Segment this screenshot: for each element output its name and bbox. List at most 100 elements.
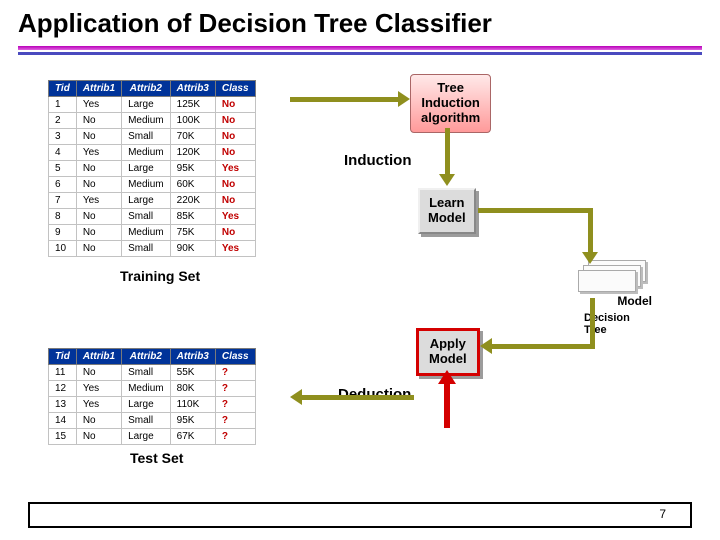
arrow-algorithm-to-learn — [440, 128, 456, 186]
th2-tid: Tid — [49, 349, 77, 365]
th-a2: Attrib2 — [122, 81, 171, 97]
table-row: 14NoSmall95K? — [49, 413, 256, 429]
cell-cls: ? — [215, 413, 255, 429]
cell-a1: No — [76, 429, 121, 445]
th-class: Class — [215, 81, 255, 97]
cell-a3: 120K — [170, 145, 215, 161]
table-row: 1YesLarge125KNo — [49, 97, 256, 113]
cell-cls: No — [215, 145, 255, 161]
cell-tid: 2 — [49, 113, 77, 129]
th-tid: Tid — [49, 81, 77, 97]
cell-a2: Medium — [122, 225, 171, 241]
cell-a3: 55K — [170, 365, 215, 381]
table-row: 3NoSmall70KNo — [49, 129, 256, 145]
cell-a3: 125K — [170, 97, 215, 113]
red-emphasis-arrow — [438, 370, 456, 428]
diagram-area: Tid Attrib1 Attrib2 Attrib3 Class 1YesLa… — [30, 70, 690, 500]
cell-cls: No — [215, 97, 255, 113]
cell-tid: 15 — [49, 429, 77, 445]
apply-l1: Apply — [429, 337, 467, 352]
page-number: 7 — [659, 507, 666, 521]
training-tbody: 1YesLarge125KNo2NoMedium100KNo3NoSmall70… — [49, 97, 256, 257]
cell-a1: No — [76, 129, 121, 145]
cell-tid: 7 — [49, 193, 77, 209]
cell-tid: 5 — [49, 161, 77, 177]
cell-cls: No — [215, 193, 255, 209]
induction-label: Induction — [344, 152, 412, 169]
table-row: 5NoLarge95KYes — [49, 161, 256, 177]
cell-tid: 6 — [49, 177, 77, 193]
cell-a2: Medium — [122, 113, 171, 129]
test-table: Tid Attrib1 Attrib2 Attrib3 Class 11NoSm… — [48, 348, 256, 445]
cell-cls: Yes — [215, 241, 255, 257]
cell-cls: No — [215, 113, 255, 129]
tree-induction-l1: Tree — [421, 81, 480, 96]
cell-a1: No — [76, 225, 121, 241]
cell-cls: No — [215, 129, 255, 145]
th-a1: Attrib1 — [76, 81, 121, 97]
cell-tid: 4 — [49, 145, 77, 161]
cell-a2: Large — [122, 161, 171, 177]
cell-a3: 220K — [170, 193, 215, 209]
cell-a1: No — [76, 177, 121, 193]
cell-cls: Yes — [215, 209, 255, 225]
arrow-learn-to-model — [478, 206, 618, 276]
cell-a3: 90K — [170, 241, 215, 257]
cell-a3: 70K — [170, 129, 215, 145]
arrow-apply-to-test — [290, 392, 414, 404]
th2-class: Class — [215, 349, 255, 365]
cell-tid: 14 — [49, 413, 77, 429]
cell-a3: 95K — [170, 161, 215, 177]
cell-a2: Large — [122, 429, 171, 445]
th2-a3: Attrib3 — [170, 349, 215, 365]
title-rule-blue — [18, 52, 702, 55]
training-set-label: Training Set — [120, 268, 200, 284]
training-table: Tid Attrib1 Attrib2 Attrib3 Class 1YesLa… — [48, 80, 256, 257]
test-tbody: 11NoSmall55K?12YesMedium80K?13YesLarge11… — [49, 365, 256, 445]
table-row: 15NoLarge67K? — [49, 429, 256, 445]
learn-l1: Learn — [428, 196, 466, 211]
cell-a2: Small — [122, 365, 171, 381]
cell-cls: No — [215, 177, 255, 193]
cell-a3: 60K — [170, 177, 215, 193]
slide-title: Application of Decision Tree Classifier — [0, 0, 720, 43]
cell-a2: Small — [122, 129, 171, 145]
cell-a1: No — [76, 113, 121, 129]
learn-model-block: Learn Model — [418, 188, 476, 234]
cell-a2: Small — [122, 241, 171, 257]
cell-tid: 10 — [49, 241, 77, 257]
cell-a1: Yes — [76, 381, 121, 397]
cell-a1: Yes — [76, 97, 121, 113]
tree-induction-l3: algorithm — [421, 111, 480, 126]
footer-box: 7 — [28, 502, 692, 528]
cell-a1: No — [76, 413, 121, 429]
cell-a1: Yes — [76, 193, 121, 209]
cell-cls: ? — [215, 429, 255, 445]
cell-tid: 13 — [49, 397, 77, 413]
arrow-training-to-algorithm — [290, 94, 410, 104]
cell-a2: Medium — [122, 381, 171, 397]
cell-a2: Large — [122, 193, 171, 209]
cell-a3: 95K — [170, 413, 215, 429]
cell-a2: Medium — [122, 145, 171, 161]
cell-a2: Large — [122, 97, 171, 113]
cell-tid: 3 — [49, 129, 77, 145]
table-row: 10NoSmall90KYes — [49, 241, 256, 257]
table-row: 12YesMedium80K? — [49, 381, 256, 397]
table-row: 6NoMedium60KNo — [49, 177, 256, 193]
title-rule-magenta — [18, 46, 702, 50]
cell-tid: 12 — [49, 381, 77, 397]
cell-a3: 85K — [170, 209, 215, 225]
th2-a1: Attrib1 — [76, 349, 121, 365]
cell-cls: ? — [215, 365, 255, 381]
tree-induction-l2: Induction — [421, 96, 480, 111]
cell-cls: ? — [215, 397, 255, 413]
cell-a3: 100K — [170, 113, 215, 129]
cell-tid: 8 — [49, 209, 77, 225]
apply-model-block: Apply Model — [416, 328, 480, 376]
model-label: Model — [617, 294, 652, 308]
cell-cls: ? — [215, 381, 255, 397]
arrow-model-to-apply — [480, 298, 610, 358]
cell-a1: No — [76, 161, 121, 177]
cell-a1: Yes — [76, 397, 121, 413]
